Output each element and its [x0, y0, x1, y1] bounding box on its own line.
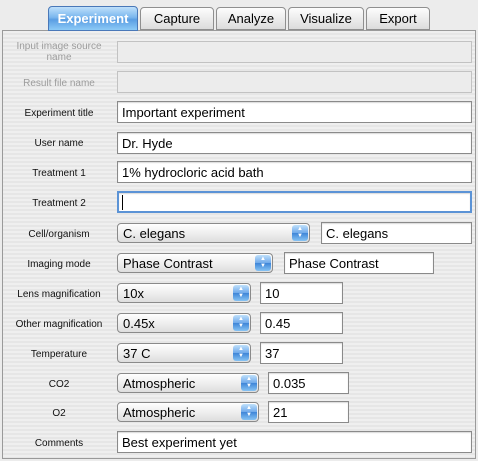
- experiment-title-field[interactable]: Important experiment: [117, 101, 472, 123]
- other-magnification-popup[interactable]: 0.45x ▲ ▼: [117, 313, 251, 333]
- other-magnification-selected: 0.45x: [123, 316, 155, 331]
- o2-selected: Atmospheric: [123, 405, 196, 420]
- cell-organism-field[interactable]: C. elegans: [321, 222, 472, 244]
- temperature-label: Temperature: [30, 349, 88, 360]
- temperature-popup[interactable]: 37 C ▲ ▼: [117, 343, 251, 363]
- temperature-field[interactable]: 37: [260, 342, 343, 364]
- tab-visualize[interactable]: Visualize: [288, 7, 364, 30]
- text-caret: [122, 195, 123, 210]
- user-name-field[interactable]: Dr. Hyde: [117, 132, 472, 154]
- o2-field[interactable]: 21: [268, 401, 349, 423]
- popup-arrows-icon: ▲ ▼: [241, 404, 257, 420]
- popup-arrows-icon: ▲ ▼: [255, 255, 271, 271]
- o2-popup[interactable]: Atmospheric ▲ ▼: [117, 402, 259, 422]
- treatment1-label: Treatment 1: [32, 168, 86, 179]
- o2-label: O2: [52, 408, 66, 419]
- result-file-field: [117, 71, 472, 93]
- experiment-panel: Input image source name Result file name…: [2, 30, 476, 459]
- comments-label: Comments: [34, 438, 84, 449]
- user-name-label: User name: [34, 138, 84, 149]
- cell-organism-label: Cell/organism: [28, 229, 90, 240]
- lens-magnification-selected: 10x: [123, 286, 144, 301]
- result-file-label: Result file name: [23, 78, 95, 89]
- co2-field[interactable]: 0.035: [268, 372, 349, 394]
- popup-arrows-icon: ▲ ▼: [292, 225, 308, 241]
- cell-organism-selected: C. elegans: [123, 226, 186, 241]
- temperature-selected: 37 C: [123, 346, 151, 361]
- popup-arrows-icon: ▲ ▼: [233, 315, 249, 331]
- treatment2-field[interactable]: [117, 191, 472, 213]
- imaging-mode-selected: Phase Contrast: [123, 256, 213, 271]
- other-magnification-field[interactable]: 0.45: [260, 312, 343, 334]
- popup-arrows-icon: ▲ ▼: [241, 375, 257, 391]
- co2-popup[interactable]: Atmospheric ▲ ▼: [117, 373, 259, 393]
- comments-field[interactable]: Best experiment yet: [117, 431, 472, 453]
- other-magnification-label: Other magnification: [15, 319, 103, 330]
- popup-arrows-icon: ▲ ▼: [233, 285, 249, 301]
- lens-magnification-popup[interactable]: 10x ▲ ▼: [117, 283, 251, 303]
- imaging-mode-popup[interactable]: Phase Contrast ▲ ▼: [117, 253, 273, 273]
- tab-analyze[interactable]: Analyze: [216, 7, 286, 30]
- tab-capture[interactable]: Capture: [140, 7, 214, 30]
- cell-organism-popup[interactable]: C. elegans ▲ ▼: [117, 223, 310, 243]
- lens-magnification-label: Lens magnification: [17, 289, 101, 300]
- co2-label: CO2: [48, 379, 70, 390]
- input-source-label: Input image source name: [16, 41, 102, 63]
- tab-experiment[interactable]: Experiment: [48, 6, 138, 31]
- treatment2-label: Treatment 2: [32, 198, 86, 209]
- tab-bar: Experiment Capture Analyze Visualize Exp…: [48, 6, 430, 31]
- imaging-mode-field[interactable]: Phase Contrast: [284, 252, 434, 274]
- experiment-title-label: Experiment title: [24, 108, 94, 119]
- popup-arrows-icon: ▲ ▼: [233, 345, 249, 361]
- input-source-field: [117, 41, 472, 63]
- co2-selected: Atmospheric: [123, 376, 196, 391]
- lens-magnification-field[interactable]: 10: [260, 282, 343, 304]
- imaging-mode-label: Imaging mode: [27, 259, 91, 270]
- tab-export[interactable]: Export: [366, 7, 430, 30]
- treatment1-field[interactable]: 1% hydrocloric acid bath: [117, 161, 472, 183]
